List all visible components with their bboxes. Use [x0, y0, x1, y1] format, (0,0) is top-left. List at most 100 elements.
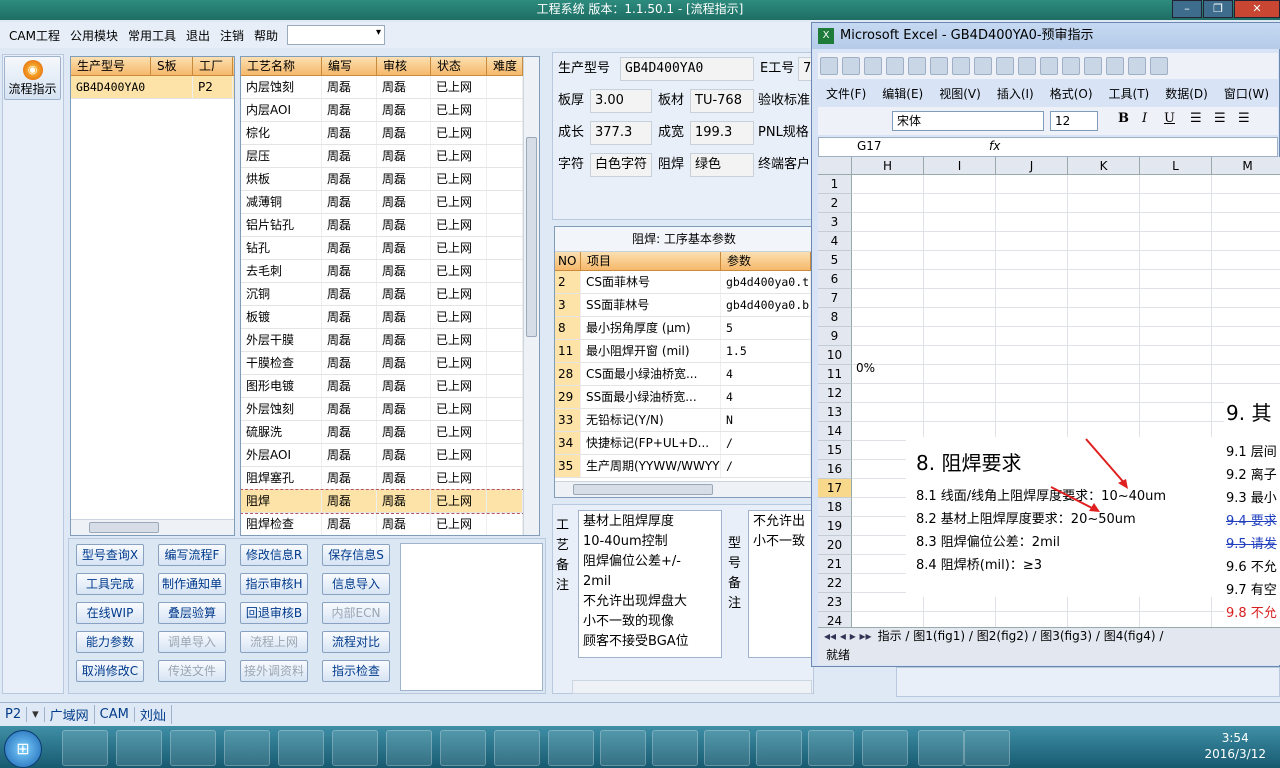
material-field[interactable]: TU-768 — [690, 89, 754, 113]
taskbar-network-icon[interactable] — [862, 730, 908, 766]
soldermask-field[interactable]: 绿色 — [690, 153, 754, 177]
print-icon[interactable] — [930, 57, 948, 75]
row-header[interactable]: 2 — [818, 194, 852, 213]
row-header[interactable]: 9 — [818, 327, 852, 346]
table-row[interactable]: 11 最小阻焊开窗 (mil) 1.5 — [555, 340, 813, 363]
spell-icon[interactable] — [974, 57, 992, 75]
action-button[interactable]: 工具完成 — [76, 573, 144, 595]
length-field[interactable]: 377.3 — [590, 121, 652, 145]
thickness-field[interactable]: 3.00 — [590, 89, 652, 113]
clock[interactable]: 3:54 2016/3/12 — [1204, 730, 1266, 762]
table-row[interactable]: 29 SS面最小绿油桥宽... 4 — [555, 386, 813, 409]
copy-icon[interactable] — [1040, 57, 1058, 75]
align-right-icon[interactable]: ☰ — [1238, 111, 1250, 126]
excel-menu-view[interactable]: 视图(V) — [931, 85, 989, 102]
new-icon[interactable] — [820, 57, 838, 75]
corner-cell[interactable] — [818, 157, 852, 175]
table-row[interactable]: 棕化 周磊 周磊 已上网 — [241, 122, 539, 145]
underline-icon[interactable]: U — [1164, 111, 1175, 126]
close-icon[interactable]: ✕ — [1234, 0, 1280, 18]
table-row[interactable]: 阻焊 周磊 周磊 已上网 — [241, 489, 539, 514]
column-header[interactable]: L — [1140, 157, 1212, 175]
taskbar-file-x-icon[interactable] — [756, 730, 802, 766]
col-param[interactable]: 参数 — [721, 252, 811, 270]
email-icon[interactable] — [908, 57, 926, 75]
taskbar-file-x-icon[interactable] — [808, 730, 854, 766]
table-row[interactable]: 35 生产周期(YYWW/WWYY) / — [555, 455, 813, 478]
align-center-icon[interactable]: ☰ — [1214, 111, 1226, 126]
table-row[interactable]: 板镀 周磊 周磊 已上网 — [241, 306, 539, 329]
row-header[interactable]: 19 — [818, 517, 852, 536]
permission-icon[interactable] — [886, 57, 904, 75]
row-header[interactable]: 12 — [818, 384, 852, 403]
table-row[interactable]: 硫脲洗 周磊 周磊 已上网 — [241, 421, 539, 444]
action-button[interactable]: 编写流程F — [158, 544, 226, 566]
process-vscroll[interactable] — [523, 57, 539, 535]
menu-help[interactable]: 帮助 — [249, 27, 283, 44]
action-button[interactable]: 型号查询X — [76, 544, 144, 566]
table-row[interactable]: 8 最小拐角厚度 (μm) 5 — [555, 317, 813, 340]
col-status[interactable]: 状态 — [431, 57, 487, 75]
menu-common-module[interactable]: 公用模块 — [65, 27, 123, 44]
row-header[interactable]: 7 — [818, 289, 852, 308]
table-row[interactable]: 28 CS面最小绿油桥宽... 4 — [555, 363, 813, 386]
row-header[interactable]: 18 — [818, 498, 852, 517]
table-row[interactable]: 内层AOI 周磊 周磊 已上网 — [241, 99, 539, 122]
row-header[interactable]: 4 — [818, 232, 852, 251]
column-header[interactable]: I — [924, 157, 996, 175]
paste-icon[interactable] — [1062, 57, 1080, 75]
row-header[interactable]: 8 — [818, 308, 852, 327]
column-header[interactable]: H — [852, 157, 924, 175]
excel-menu-insert[interactable]: 插入(I) — [989, 85, 1042, 102]
char-field[interactable]: 白色字符 — [590, 153, 652, 177]
table-row[interactable]: 钻孔 周磊 周磊 已上网 — [241, 237, 539, 260]
research-icon[interactable] — [996, 57, 1014, 75]
taskbar-excel-icon[interactable] — [548, 730, 594, 766]
action-button[interactable]: 指示检查 — [322, 660, 390, 682]
table-row[interactable]: 33 无铅标记(Y/N) N — [555, 409, 813, 432]
col-difficulty[interactable]: 难度 — [487, 57, 523, 75]
align-left-icon[interactable]: ☰ — [1190, 111, 1202, 126]
taskbar-app-p-icon[interactable] — [170, 730, 216, 766]
row-header[interactable]: 17 — [818, 479, 852, 498]
hyperlink-icon[interactable] — [1150, 57, 1168, 75]
table-row[interactable]: 铝片钻孔 周磊 周磊 已上网 — [241, 214, 539, 237]
cut-icon[interactable] — [1018, 57, 1036, 75]
excel-menu-window[interactable]: 窗口(W) — [1216, 85, 1277, 102]
menu-combo[interactable] — [287, 25, 386, 45]
row-header[interactable]: 6 — [818, 270, 852, 289]
table-row[interactable]: 外层干膜 周磊 周磊 已上网 — [241, 329, 539, 352]
embedded-image-solder-mask[interactable]: 8. 阻焊要求 8.1 线面/线角上阻焊厚度要求：10~40um 8.2 基材上… — [906, 437, 1224, 597]
col-sboard[interactable]: S板 — [151, 57, 193, 75]
row-header[interactable]: 13 — [818, 403, 852, 422]
action-button[interactable]: 内部ECN — [322, 602, 390, 624]
row-header[interactable]: 1 — [818, 175, 852, 194]
model-field[interactable]: GB4D400YA0 — [620, 57, 754, 81]
process-note-text[interactable]: 基材上阻焊厚度 10-40um控制 阻焊偏位公差+/- 2mil 不允许出现焊盘… — [578, 510, 722, 658]
col-process[interactable]: 工艺名称 — [241, 57, 322, 75]
cell-h10[interactable]: 0% — [856, 361, 875, 375]
font-select[interactable]: 宋体 — [892, 111, 1044, 131]
menu-cam[interactable]: CAM工程 — [4, 27, 65, 44]
col-reviewer[interactable]: 审核 — [377, 57, 431, 75]
restore-icon[interactable]: ❐ — [1203, 0, 1233, 18]
table-row[interactable]: 34 快捷标记(FP+UL+D... / — [555, 432, 813, 455]
redo-icon[interactable] — [1128, 57, 1146, 75]
row-header[interactable]: 14 — [818, 422, 852, 441]
name-box[interactable]: G17 — [857, 139, 882, 153]
minimize-icon[interactable]: – — [1172, 0, 1202, 18]
taskbar-notepad-icon[interactable] — [116, 730, 162, 766]
column-header[interactable]: K — [1068, 157, 1140, 175]
col-item[interactable]: 项目 — [581, 252, 721, 270]
table-row[interactable]: 阻焊检查 周磊 周磊 已上网 — [241, 513, 539, 535]
table-row[interactable]: 外层蚀刻 周磊 周磊 已上网 — [241, 398, 539, 421]
table-row[interactable]: 内层蚀刻 周磊 周磊 已上网 — [241, 76, 539, 99]
model-note-text[interactable]: 不允许出 小不一致 — [748, 510, 814, 658]
row-header[interactable]: 21 — [818, 555, 852, 574]
action-button[interactable]: 接外调资料 — [240, 660, 308, 682]
row-header[interactable]: 16 — [818, 460, 852, 479]
excel-menu-edit[interactable]: 编辑(E) — [874, 85, 931, 102]
row-header[interactable]: 22 — [818, 574, 852, 593]
table-row[interactable]: 干膜检查 周磊 周磊 已上网 — [241, 352, 539, 375]
excel-menu-tools[interactable]: 工具(T) — [1101, 85, 1158, 102]
